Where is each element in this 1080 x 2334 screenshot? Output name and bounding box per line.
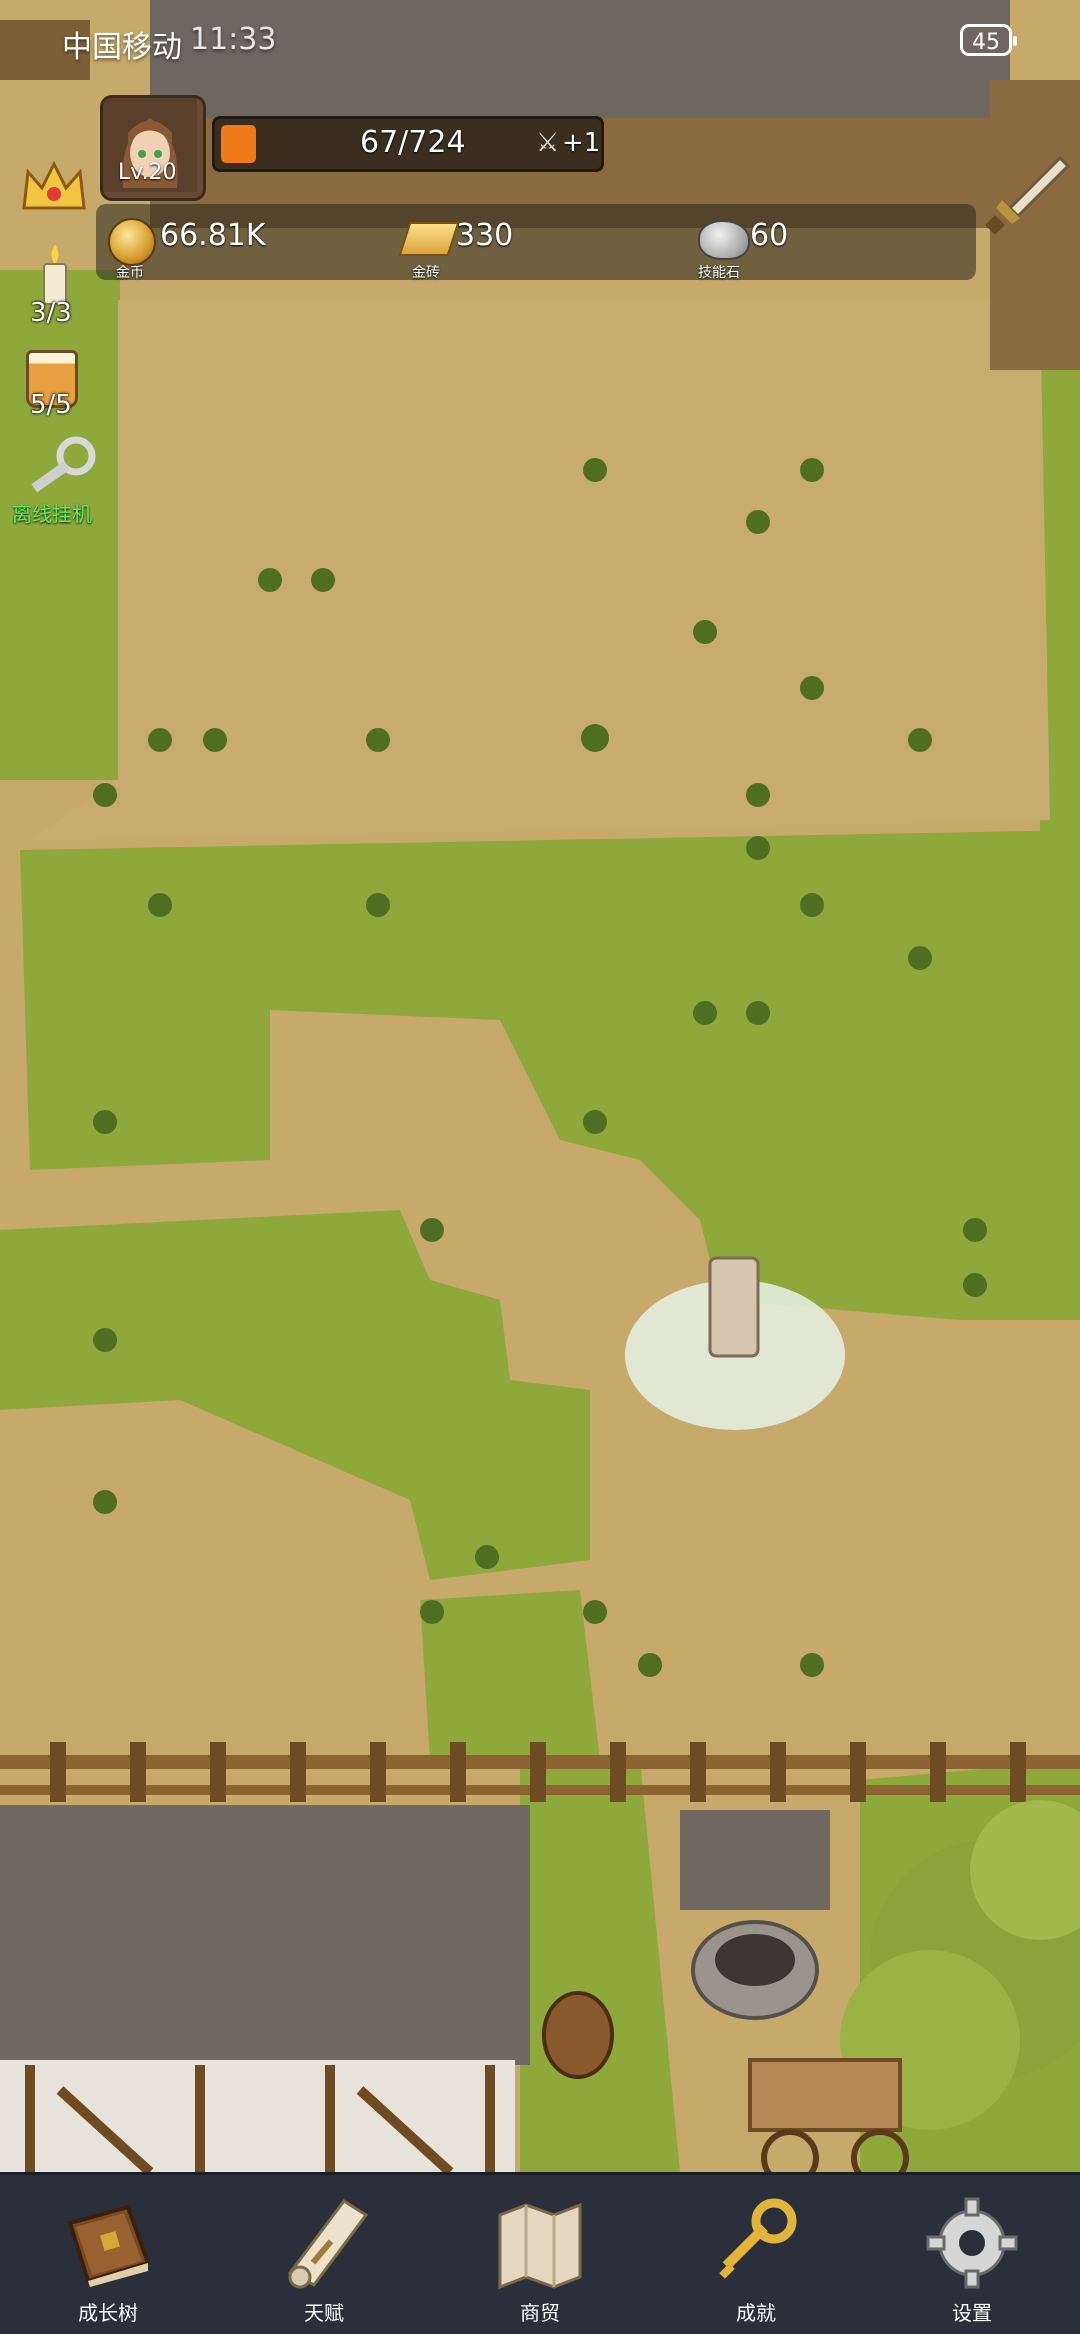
- nav-achievement-label: 成就: [736, 2301, 776, 2325]
- candle-count: 3/3: [30, 298, 72, 328]
- offline-afk-label: 离线挂机: [12, 502, 92, 526]
- farm-map: [0, 0, 1080, 2331]
- key-icon: [719, 2198, 797, 2279]
- player-avatar[interactable]: [100, 95, 206, 201]
- gear-icon: [926, 2197, 1018, 2289]
- offline-afk-button[interactable]: 离线挂机: [8, 436, 108, 526]
- equipment-button[interactable]: [980, 150, 1071, 240]
- gold-coin-counter[interactable]: 66.81K 金币: [100, 204, 380, 282]
- gold-coin-value: 66.81K: [160, 218, 266, 253]
- wind-up-key-icon: [31, 436, 96, 493]
- drink-button[interactable]: 5/5: [20, 346, 90, 441]
- nav-achievement[interactable]: 成就: [648, 2175, 864, 2334]
- player-level: Lv.20: [118, 160, 177, 185]
- sword-icon: ⚔: [536, 128, 560, 158]
- gold-bar-icon: [398, 222, 460, 256]
- sword-icon: [985, 155, 1071, 235]
- game-scene: [0, 0, 1080, 2331]
- nav-talent[interactable]: 天赋: [216, 2175, 432, 2334]
- gold-coin-label: 金币: [116, 265, 144, 281]
- bottom-nav: 成长树 天赋 商贸 成就 设置: [0, 2172, 1080, 2334]
- nav-talent-label: 天赋: [304, 2301, 344, 2325]
- nav-settings[interactable]: 设置: [864, 2175, 1080, 2334]
- skill-stone-value: 60: [750, 218, 789, 253]
- crown-icon: [22, 160, 86, 210]
- status-time: 11:33: [190, 22, 277, 57]
- vip-button[interactable]: [18, 158, 90, 218]
- map-icon: [498, 2202, 582, 2290]
- nav-trade[interactable]: 商贸: [432, 2175, 648, 2334]
- scroll-icon: [287, 2198, 369, 2289]
- nav-growth-tree[interactable]: 成长树: [0, 2175, 216, 2334]
- hp-bar-fill: [221, 125, 256, 163]
- nav-growth-tree-label: 成长树: [78, 2301, 138, 2325]
- skill-stone-icon: [698, 220, 750, 260]
- carrier-name: 中国移动: [62, 30, 182, 65]
- hp-regen: +1: [562, 128, 601, 158]
- book-icon: [67, 2204, 151, 2287]
- nav-settings-label: 设置: [952, 2301, 992, 2325]
- gold-bar-label: 金砖: [412, 265, 440, 281]
- gold-bar-counter[interactable]: 330 金砖: [392, 204, 672, 282]
- skill-stone-label: 技能石: [698, 265, 740, 281]
- skill-stone-counter[interactable]: 60 技能石: [690, 204, 970, 282]
- drink-count: 5/5: [30, 390, 72, 420]
- status-bar: 中国移动 11:33 45: [0, 0, 1080, 80]
- nav-trade-label: 商贸: [520, 2301, 560, 2325]
- candle-button[interactable]: 3/3: [20, 240, 90, 335]
- coin-icon: [108, 218, 156, 266]
- gold-bar-value: 330: [456, 218, 514, 253]
- battery-indicator: 45: [960, 24, 1017, 56]
- hp-text: 67/724: [360, 125, 466, 160]
